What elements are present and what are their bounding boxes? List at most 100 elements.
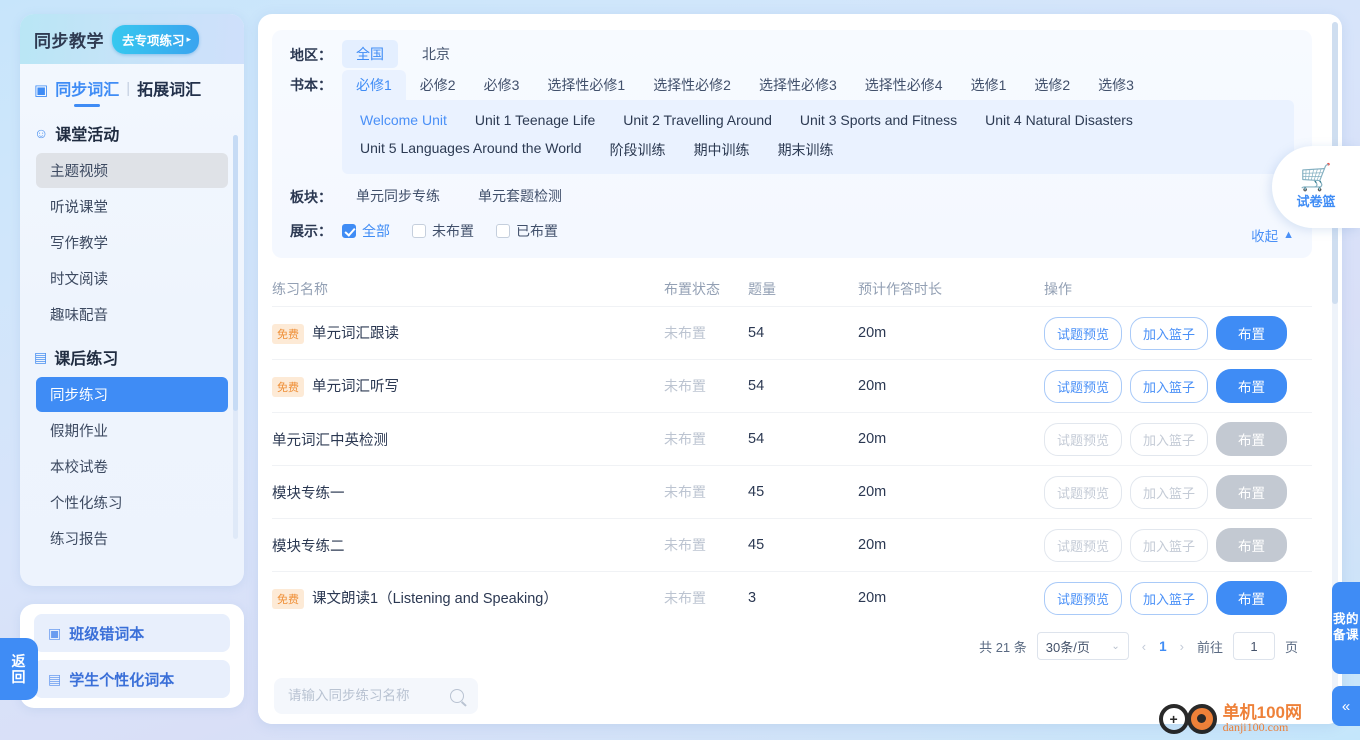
unit-1[interactable]: Unit 1 Teenage Life <box>461 106 609 134</box>
row-name-cell: 免费 单元词汇跟读 <box>272 322 664 345</box>
book-tab-xuanzexing-bixiu4[interactable]: 选择性必修4 <box>851 70 957 100</box>
sidebar-item-personalized-practice[interactable]: 个性化练习 <box>36 485 228 520</box>
assign-button[interactable]: 布置 <box>1216 581 1288 615</box>
sidebar-item-theme-video[interactable]: 主题视频 <box>36 153 228 188</box>
watermark-title: 单机100网 <box>1222 702 1302 722</box>
double-chevron-left-icon: « <box>1341 697 1351 715</box>
watermark-dot <box>1186 703 1217 734</box>
sidebar-group-title: 课堂活动 <box>55 127 120 144</box>
goto-page-input[interactable] <box>1232 632 1275 660</box>
book-tab-xuanzexing-bixiu3[interactable]: 选择性必修3 <box>745 70 851 100</box>
book-icon: ▣ <box>34 82 49 99</box>
unit-3[interactable]: Unit 3 Sports and Fitness <box>786 106 971 134</box>
unit-stage-training[interactable]: 阶段训练 <box>596 134 680 166</box>
sidebar-item-holiday-homework[interactable]: 假期作业 <box>36 413 228 448</box>
search-input[interactable] <box>288 688 428 703</box>
sidebar-scrollbar-thumb[interactable] <box>233 135 238 411</box>
add-to-basket-button[interactable]: 加入篮子 <box>1130 316 1209 350</box>
class-error-wordbook-button[interactable]: ▣ 班级错词本 <box>34 614 230 652</box>
display-checkbox-unassigned[interactable]: 未布置 <box>412 216 474 246</box>
filter-card: 地区： 全国 北京 书本： 必修1 必修2 必修3 选择性必修1 选择性必修2 … <box>272 30 1312 258</box>
tab-sync-vocab[interactable]: 同步词汇 <box>55 76 119 105</box>
add-to-basket-button: 加入篮子 <box>1130 528 1209 562</box>
watermark-logo-icon: + <box>1158 703 1217 734</box>
region-chip-beijing[interactable]: 北京 <box>408 40 464 68</box>
book-tab-xuanzexing-bixiu2[interactable]: 选择性必修2 <box>639 70 745 100</box>
free-badge: 免费 <box>272 589 304 610</box>
add-to-basket-button[interactable]: 加入篮子 <box>1130 369 1209 403</box>
assign-button[interactable]: 布置 <box>1216 316 1288 350</box>
my-preparation-button[interactable]: 我的备课 <box>1332 582 1360 674</box>
row-status: 未布置 <box>664 378 706 394</box>
preview-button[interactable]: 试题预览 <box>1044 581 1123 615</box>
person-icon: ☺ <box>34 125 49 141</box>
sidebar-item-school-papers[interactable]: 本校试卷 <box>36 449 228 484</box>
book-tab-bixiu3[interactable]: 必修3 <box>470 70 534 100</box>
unit-5[interactable]: Unit 5 Languages Around the World <box>346 134 596 166</box>
sidebar-item-fun-dubbing[interactable]: 趣味配音 <box>36 297 228 332</box>
tab-extended-vocab[interactable]: 拓展词汇 <box>137 76 201 105</box>
display-checkbox-unassigned-label: 未布置 <box>432 223 474 239</box>
sidebar-group-title: 课后练习 <box>54 351 119 368</box>
unit-2[interactable]: Unit 2 Travelling Around <box>609 106 786 134</box>
page-number-1[interactable]: 1 <box>1159 639 1167 654</box>
clipboard-icon: ▤ <box>34 348 48 365</box>
tab-divider: | <box>126 79 131 97</box>
collapse-panel-button[interactable]: « <box>1332 686 1360 726</box>
table-row: 免费 课文朗读1（Listening and Speaking） 未布置 3 20… <box>272 571 1312 624</box>
book-label: 书本： <box>290 77 332 93</box>
add-to-basket-button[interactable]: 加入篮子 <box>1130 581 1209 615</box>
book-tab-xuanzexing-bixiu1[interactable]: 选择性必修1 <box>533 70 639 100</box>
row-name: 单元词汇听写 <box>312 378 399 395</box>
search-icon[interactable] <box>450 688 464 703</box>
sidebar-item-writing-teaching[interactable]: 写作教学 <box>36 225 228 260</box>
shopping-cart-icon: 🛒 <box>1299 162 1333 192</box>
sidebar-header: 同步教学 去专项练习 ▸ <box>20 14 244 64</box>
student-personalized-wordbook-button[interactable]: ▤ 学生个性化词本 <box>34 660 230 698</box>
unit-row-1: Welcome Unit Unit 1 Teenage Life Unit 2 … <box>342 106 1294 134</box>
row-name: 课文朗读1（Listening and Speaking） <box>312 590 558 607</box>
preview-button[interactable]: 试题预览 <box>1044 316 1123 350</box>
sidebar-item-listening-speaking-class[interactable]: 听说课堂 <box>36 189 228 224</box>
paper-basket-button[interactable]: 🛒 试卷篮 <box>1272 146 1360 228</box>
book-tab-xuanxiu3[interactable]: 选修3 <box>1084 70 1148 100</box>
sidebar-item-sync-practice[interactable]: 同步练习 <box>36 377 228 412</box>
book-icon: ▤ <box>48 670 62 687</box>
region-chip-nationwide[interactable]: 全国 <box>342 40 398 68</box>
page-size-select[interactable]: 30条/页 ⌄ <box>1036 632 1129 660</box>
unit-welcome[interactable]: Welcome Unit <box>346 106 461 134</box>
unit-4[interactable]: Unit 4 Natural Disasters <box>971 106 1147 134</box>
row-name: 模块专练二 <box>272 538 345 555</box>
search-box[interactable] <box>274 677 478 714</box>
go-special-practice-button[interactable]: 去专项练习 ▸ <box>112 24 200 54</box>
unit-midterm-training[interactable]: 期中训练 <box>680 134 764 166</box>
prev-page-button[interactable]: ‹ <box>1139 639 1149 654</box>
display-checkbox-assigned[interactable]: 已布置 <box>496 216 558 246</box>
row-name: 单元词汇中英检测 <box>272 432 388 449</box>
section-chip-unit-set-test[interactable]: 单元套题检测 <box>464 182 576 210</box>
collapse-filter-button[interactable]: 收起 ▲ <box>1251 225 1294 245</box>
my-preparation-label: 我的备课 <box>1332 612 1359 642</box>
row-name-cell: 单元词汇中英检测 <box>272 429 664 450</box>
student-personalized-wordbook-label: 学生个性化词本 <box>69 671 175 689</box>
display-label: 展示： <box>290 223 332 239</box>
book-tab-xuanxiu2[interactable]: 选修2 <box>1020 70 1084 100</box>
sidebar-item-practice-report[interactable]: 练习报告 <box>36 521 228 556</box>
book-tab-bixiu2[interactable]: 必修2 <box>406 70 470 100</box>
region-label: 地区： <box>290 47 332 63</box>
row-actions: 试题预览 加入篮子 布置 <box>1044 581 1312 615</box>
assign-button[interactable]: 布置 <box>1216 369 1288 403</box>
preview-button[interactable]: 试题预览 <box>1044 369 1123 403</box>
section-chip-unit-sync-practice[interactable]: 单元同步专练 <box>342 182 454 210</box>
book-tab-xuanxiu1[interactable]: 选修1 <box>957 70 1021 100</box>
display-checkbox-all[interactable]: 全部 <box>342 216 390 246</box>
header-duration: 预计作答时长 <box>858 281 942 297</box>
sidebar-item-current-reading[interactable]: 时文阅读 <box>36 261 228 296</box>
next-page-button[interactable]: › <box>1177 639 1187 654</box>
unit-final-training[interactable]: 期末训练 <box>764 134 848 166</box>
row-duration: 20m <box>858 431 887 447</box>
notebook-icon: ▣ <box>48 624 62 641</box>
book-tab-bixiu1[interactable]: 必修1 <box>342 70 406 100</box>
back-button[interactable]: 返 回 <box>0 638 38 700</box>
section-filter-row: 板块： 单元同步专练 单元套题检测 <box>272 182 1312 212</box>
